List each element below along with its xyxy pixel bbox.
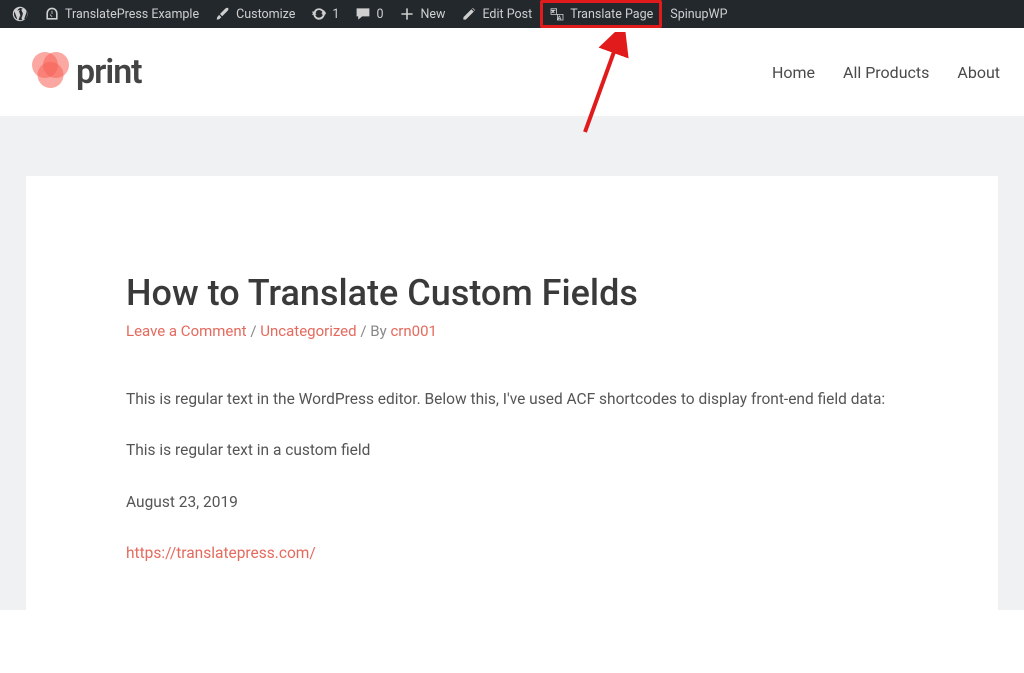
meta-sep-2: / [360,322,366,340]
updates-menu[interactable]: 1 [303,0,347,28]
customize-menu[interactable]: Customize [207,0,303,28]
comments-count: 0 [376,7,383,22]
spinupwp-menu[interactable]: SpinupWP [662,0,735,28]
dashboard-icon [44,6,60,22]
logo-text: print [76,52,142,92]
site-header: print Home All Products About [0,28,1024,116]
content-paragraph-1: This is regular text in the WordPress ed… [126,388,898,411]
refresh-icon [311,6,327,22]
site-name-menu[interactable]: TranslatePress Example [36,0,207,28]
content-link[interactable]: https://translatepress.com/ [126,544,316,562]
leave-comment-link[interactable]: Leave a Comment [126,322,247,340]
pencil-icon [461,6,477,22]
logo-mark [28,50,72,94]
wp-admin-bar: TranslatePress Example Customize 1 0 New… [0,0,1024,28]
spinupwp-label: SpinupWP [670,7,727,22]
author-link[interactable]: crn001 [390,322,437,340]
nav-about[interactable]: About [957,63,1000,82]
edit-post-menu[interactable]: Edit Post [453,0,540,28]
comment-icon [355,6,371,22]
category-link[interactable]: Uncategorized [260,322,356,340]
translate-page-menu[interactable]: Translate Page [540,0,662,28]
post-meta: Leave a Comment / Uncategorized / By crn… [126,322,898,340]
nav-all-products[interactable]: All Products [843,63,929,82]
brush-icon [215,6,231,22]
by-label: By [370,322,386,340]
updates-count: 1 [332,7,339,22]
nav-home[interactable]: Home [772,63,815,82]
site-logo[interactable]: print [28,50,142,94]
plus-icon [399,6,415,22]
translate-page-label: Translate Page [570,7,653,22]
post-content: This is regular text in the WordPress ed… [126,388,898,565]
post-card: How to Translate Custom Fields Leave a C… [26,176,998,673]
comments-menu[interactable]: 0 [347,0,391,28]
new-label: New [420,7,445,22]
main-nav: Home All Products About [772,63,1000,82]
customize-label: Customize [236,7,295,22]
post-title: How to Translate Custom Fields [126,272,898,314]
wp-logo-menu[interactable] [4,0,36,28]
content-paragraph-2: This is regular text in a custom field [126,439,898,462]
site-name-label: TranslatePress Example [65,7,199,22]
translate-icon [549,6,565,22]
meta-sep-1: / [250,322,256,340]
wordpress-icon [12,6,28,22]
page-body: How to Translate Custom Fields Leave a C… [0,116,1024,610]
edit-post-label: Edit Post [482,7,532,22]
content-paragraph-3: August 23, 2019 [126,491,898,514]
new-content-menu[interactable]: New [391,0,453,28]
